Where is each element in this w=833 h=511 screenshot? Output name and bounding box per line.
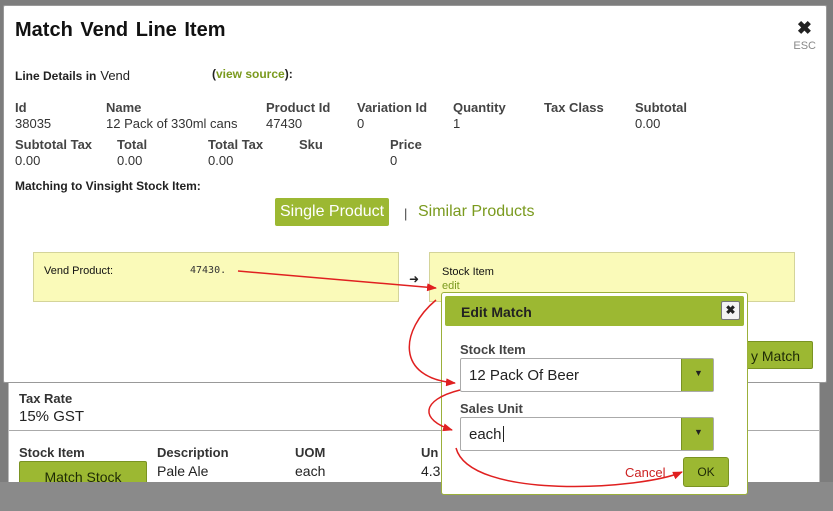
field-sku: Sku (299, 137, 323, 152)
vend-product-box: Vend Product: 47430. (33, 252, 399, 302)
edit-match-title: Edit Match (461, 304, 532, 320)
modal-title: Match Vend Line Item (15, 19, 226, 41)
cancel-link[interactable]: Cancel (625, 465, 665, 480)
create-match-button[interactable]: y Match (739, 341, 813, 369)
field-subtotal: Subtotal 0.00 (635, 100, 687, 131)
field-price: Price 0 (390, 137, 422, 168)
field-name: Name 12 Pack of 330ml cans (106, 100, 238, 131)
bg-column-stock-item: Stock Item (19, 445, 85, 460)
line-details-heading: Line Details in Vend (15, 68, 131, 83)
vend-product-label: Vend Product: (44, 265, 114, 277)
tax-rate-value: 15% GST (19, 408, 85, 425)
tab-separator: | (404, 206, 408, 221)
ok-button[interactable]: OK (683, 457, 729, 487)
stock-item-field-label: Stock Item (460, 342, 526, 357)
arrow-right-icon: ➜ (409, 272, 420, 286)
edit-match-header: Edit Match ✖ (445, 296, 744, 326)
field-subtotal-tax: Subtotal Tax 0.00 (15, 137, 93, 168)
chevron-down-icon: ▼ (694, 427, 703, 437)
close-icon[interactable]: ✖ (797, 18, 812, 39)
field-tax-class: Tax Class (544, 100, 604, 115)
esc-hint: ESC (793, 40, 816, 52)
sales-unit-input[interactable]: each (469, 426, 504, 443)
field-variation-id: Variation Id 0 (357, 100, 428, 131)
field-total-tax: Total Tax 0.00 (208, 137, 264, 168)
view-source: (view source): (212, 67, 293, 81)
tab-single-product[interactable]: Single Product (275, 198, 390, 226)
chevron-down-icon: ▼ (694, 368, 703, 378)
tax-rate-label: Tax Rate (19, 391, 73, 406)
vend-product-id: 47430. (190, 265, 227, 276)
stock-item-select-value: 12 Pack Of Beer (469, 367, 580, 384)
text-cursor (502, 426, 504, 442)
stock-item-edit-link[interactable]: edit (442, 280, 460, 292)
field-total: Total 0.00 (117, 137, 148, 168)
sales-unit-field-label: Sales Unit (460, 401, 523, 416)
edit-match-dialog: Edit Match ✖ Stock Item 12 Pack Of Beer … (441, 292, 748, 495)
bg-column-uom: UOM each (295, 445, 326, 479)
tab-similar-products[interactable]: Similar Products (418, 203, 534, 221)
sales-unit-dropdown-button[interactable]: ▼ (681, 418, 713, 450)
bg-column-unit: Un 4.3 (421, 445, 441, 479)
matching-heading: Matching to Vinsight Stock Item: (15, 179, 201, 193)
bg-column-description: Description Pale Ale (157, 445, 229, 479)
stock-item-select[interactable]: 12 Pack Of Beer ▼ (460, 358, 714, 392)
sales-unit-select[interactable]: each ▼ (460, 417, 714, 451)
field-id: Id 38035 (15, 100, 52, 131)
field-quantity: Quantity 1 (453, 100, 506, 131)
stock-item-dropdown-button[interactable]: ▼ (681, 359, 713, 391)
stock-item-label: Stock Item (442, 266, 494, 278)
source-name: Vend (100, 68, 131, 83)
view-source-link[interactable]: view source (216, 67, 285, 81)
close-icon[interactable]: ✖ (721, 301, 740, 320)
field-product-id: Product Id 47430 (266, 100, 331, 131)
